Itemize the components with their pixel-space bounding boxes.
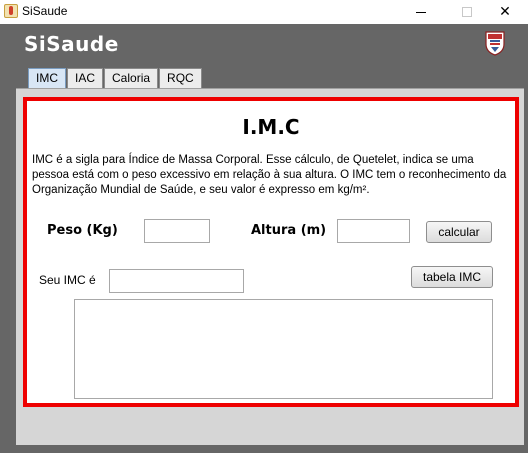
minimize-button[interactable] [398,0,444,24]
calcular-button[interactable]: calcular [426,221,492,243]
window-title: SiSaude [22,4,68,18]
result-textarea[interactable] [74,299,493,399]
peso-label: Peso (Kg) [47,223,118,238]
imc-form: I.M.C IMC é a sigla para Índice de Massa… [23,97,519,407]
altura-input[interactable] [337,219,410,243]
imc-description: IMC é a sigla para Índice de Massa Corpo… [32,154,507,196]
tab-iac[interactable]: IAC [67,68,104,88]
tab-bar: IMC IAC Caloria RQC [28,66,203,88]
close-button[interactable]: ✕ [482,0,528,24]
altura-label: Altura (m) [251,223,327,238]
tabela-imc-button[interactable]: tabela IMC [411,266,493,288]
tab-imc[interactable]: IMC [28,68,66,88]
maximize-icon [462,7,472,17]
java-cup-icon [4,4,18,18]
seu-imc-label: Seu IMC é [39,273,96,287]
app-frame: SiSaude IMC IAC Caloria RQC I.M.C IMC é … [0,24,528,453]
peso-input[interactable] [144,219,210,243]
seu-imc-field[interactable] [109,269,244,293]
university-crest-icon [485,31,505,56]
tab-panel: I.M.C IMC é a sigla para Índice de Massa… [16,88,524,445]
window-titlebar: SiSaude ✕ [0,0,528,24]
minimize-icon [416,11,426,13]
tab-caloria[interactable]: Caloria [104,68,159,88]
page-title: I.M.C [242,115,300,139]
app-brand: SiSaude [24,32,119,56]
tab-rqc[interactable]: RQC [159,68,202,88]
